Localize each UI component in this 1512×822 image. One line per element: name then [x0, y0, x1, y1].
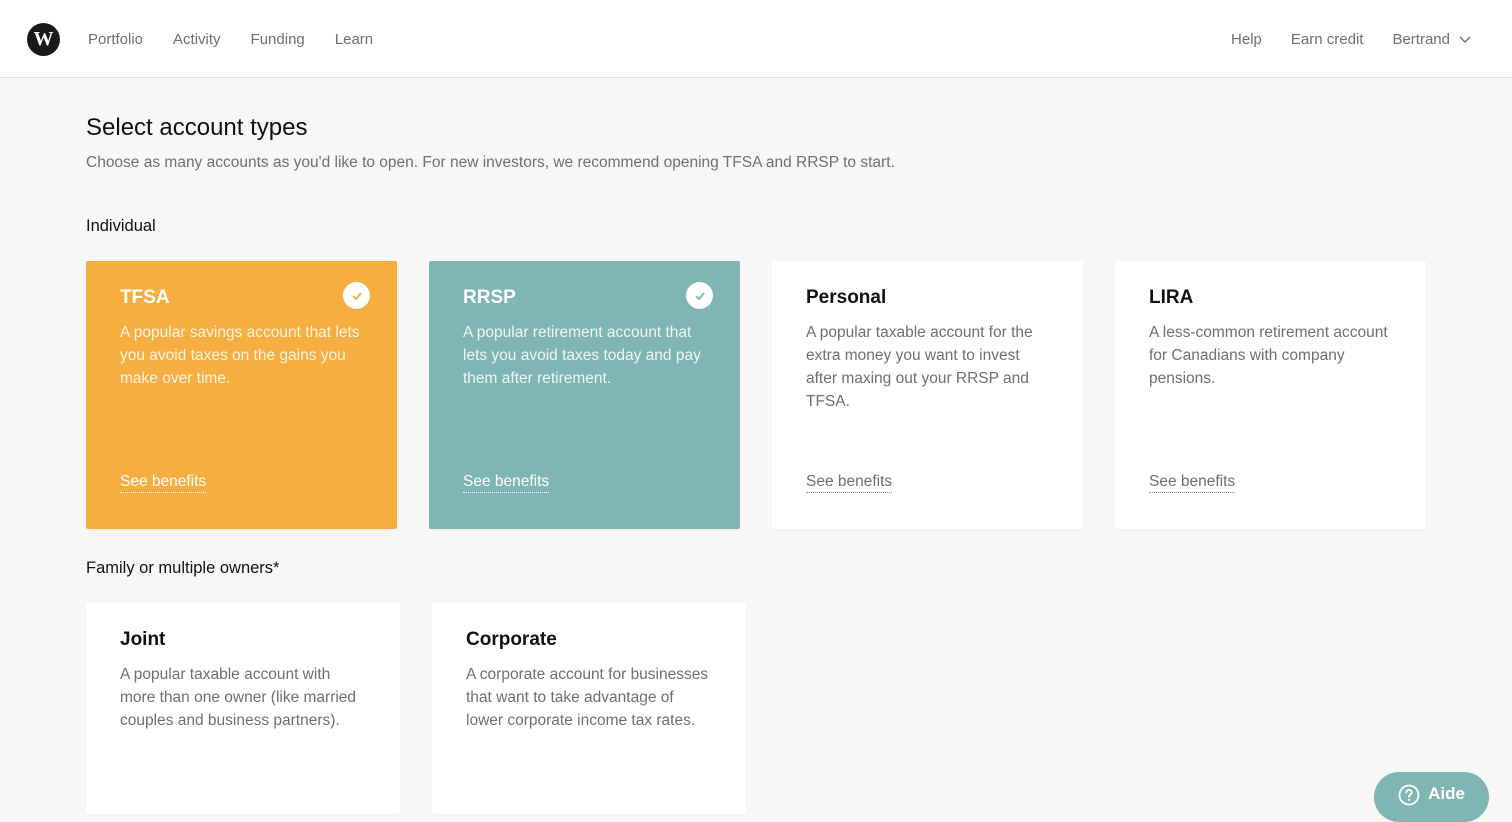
card-title: LIRA [1149, 287, 1194, 308]
chevron-down-icon [1459, 36, 1471, 44]
help-widget-label: Aide [1428, 784, 1465, 803]
card-title: TFSA [120, 287, 170, 308]
account-card-corporate[interactable]: Corporate A corporate account for busine… [432, 603, 746, 814]
card-description: A popular savings account that lets you … [120, 324, 360, 387]
account-card-joint[interactable]: Joint A popular taxable account with mor… [86, 603, 400, 814]
card-title: Corporate [466, 629, 557, 650]
top-nav-bar: W Portfolio Activity Funding Learn Help … [0, 0, 1512, 78]
account-card-personal[interactable]: Personal A popular taxable account for t… [772, 261, 1083, 529]
primary-nav: Portfolio Activity Funding Learn [88, 0, 373, 78]
wealthsimple-logo[interactable]: W [27, 23, 60, 56]
see-benefits-link[interactable]: See benefits [463, 473, 550, 493]
help-widget-button[interactable]: Aide [1374, 772, 1489, 822]
card-title: Joint [120, 629, 166, 650]
nav-funding[interactable]: Funding [251, 31, 305, 48]
checkmark-icon [343, 282, 370, 309]
question-circle-icon [1398, 784, 1420, 806]
card-description: A popular retirement account that lets y… [463, 324, 701, 387]
section-label-individual: Individual [86, 217, 156, 235]
user-menu[interactable]: Bertrand [1392, 31, 1472, 48]
see-benefits-link[interactable]: See benefits [806, 473, 893, 493]
see-benefits-link[interactable]: See benefits [1149, 473, 1236, 493]
nav-help[interactable]: Help [1231, 31, 1262, 48]
card-description: A corporate account for businesses that … [466, 666, 709, 729]
card-description: A popular taxable account with more than… [120, 666, 357, 729]
account-card-tfsa[interactable]: TFSA A popular savings account that lets… [86, 261, 397, 529]
page-subtitle: Choose as many accounts as you'd like to… [86, 154, 895, 171]
see-benefits-link[interactable]: See benefits [120, 473, 207, 493]
card-title: RRSP [463, 287, 516, 308]
checkmark-icon [686, 282, 713, 309]
page-title: Select account types [86, 114, 308, 141]
card-title: Personal [806, 287, 887, 308]
nav-activity[interactable]: Activity [173, 31, 221, 48]
account-card-rrsp[interactable]: RRSP A popular retirement account that l… [429, 261, 740, 529]
nav-earn-credit[interactable]: Earn credit [1291, 31, 1364, 48]
account-card-lira[interactable]: LIRA A less-common retirement account fo… [1115, 261, 1426, 529]
section-label-family: Family or multiple owners* [86, 559, 280, 577]
user-name: Bertrand [1392, 30, 1450, 48]
nav-portfolio[interactable]: Portfolio [88, 31, 143, 48]
secondary-nav: Help Earn credit Bertrand [1231, 0, 1472, 78]
card-description: A popular taxable account for the extra … [806, 324, 1033, 410]
nav-learn[interactable]: Learn [335, 31, 373, 48]
card-description: A less-common retirement account for Can… [1149, 324, 1388, 387]
